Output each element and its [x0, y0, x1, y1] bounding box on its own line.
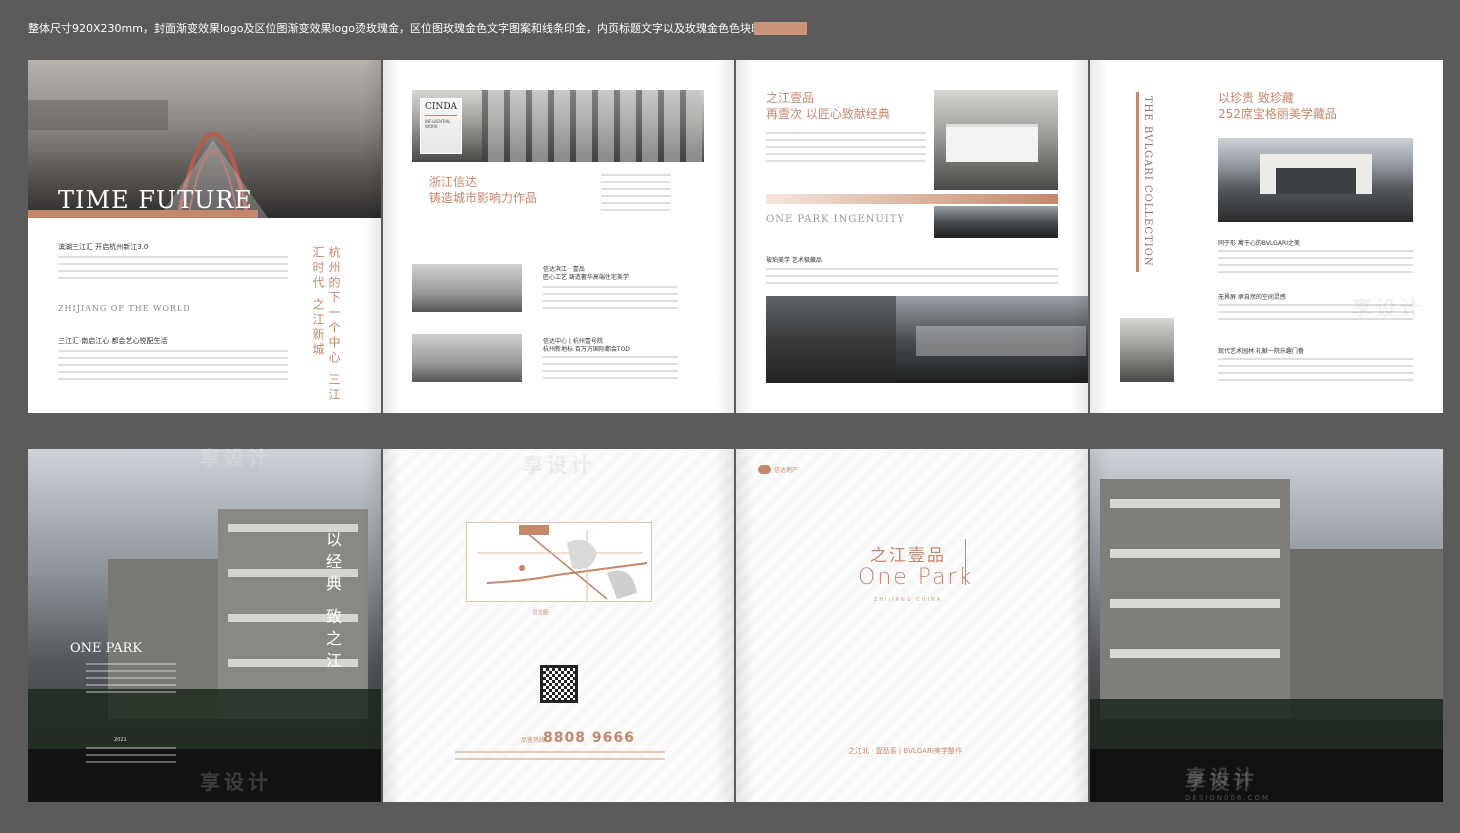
bvlgari-collection-vertical: THE BVLGARI COLLECTION: [1142, 96, 1153, 267]
p3-body: [766, 132, 926, 167]
watermark-url: DESIGN006.COM: [1185, 794, 1271, 802]
page-time-future: TIME FUTURE 滨湖三江汇 开启杭州新江3.0 ZHIJIANG OF …: [28, 60, 381, 413]
cover-tagline: 之江北 · 壹品系 | BVLGARI美学整作: [848, 747, 962, 755]
villa-photo: [934, 90, 1058, 190]
p4-section2: 无界屏 承自然的空间灵感: [1218, 294, 1286, 301]
cinda-logo: 信达地产: [758, 465, 798, 474]
phone-prefix: 品鉴热线: [521, 737, 546, 744]
project-photo-2: [412, 334, 522, 382]
p4-section3-body: [1218, 358, 1413, 386]
cover-en-sub: ZHIJIANG CHINA: [874, 597, 943, 603]
watermark-5: 享设计: [1185, 770, 1257, 794]
watermark-p4: 享设计: [1352, 296, 1424, 320]
zhijiang-subtitle: ZHIJIANG OF THE WORLD: [58, 304, 191, 313]
p3-title2: 再壹次 以匠心致献经典: [766, 107, 890, 121]
cinda-sub2: WORK: [425, 124, 438, 129]
p5-brand: ONE PARK: [70, 641, 143, 656]
hero-title: TIME FUTURE: [58, 186, 253, 214]
p5-vertical-slogan: 以经典 致之江: [323, 531, 342, 675]
location-map: [466, 522, 652, 602]
pavilion-photo: [1218, 138, 1413, 222]
watermark-2: 享设计: [520, 448, 592, 472]
map-label: 区位图: [533, 610, 549, 616]
cinda-label-box: CINDA INFLUENTIAL WORK: [420, 98, 462, 154]
cinda-label: CINDA: [425, 102, 458, 112]
p4-section1: 同于形 寓于心的BVLGARI之美: [1218, 240, 1300, 247]
rose-gold-swatch: [754, 22, 807, 35]
ingenuity-label: ONE PARK INGENUITY: [766, 214, 906, 225]
watermark-4: 享设计: [520, 770, 592, 794]
building-photo-right: [1090, 479, 1443, 802]
p4-title1: 以珍贵 致珍藏: [1218, 91, 1294, 105]
heading-sanjiang: 滨湖三江汇 开启杭州新江3.0: [58, 243, 149, 251]
p3-title1: 之江壹品: [766, 91, 815, 105]
cover-en-title: One Park: [858, 565, 974, 590]
vertical-rule: [1136, 92, 1139, 272]
p3-caption: 玻珀美学 艺术极藏品: [766, 257, 822, 264]
cinda-title1: 浙江信达: [429, 175, 478, 189]
vertical-slogan: 杭州的下一个中心 三江汇时代 之江新城: [311, 246, 341, 403]
body-text-2: [58, 350, 288, 385]
rose-gold-band: [766, 194, 1058, 204]
page-location-map: 区位图 品鉴热线 8808 9666 享设计: [383, 449, 734, 802]
bvlgari-corner-photo: [1120, 318, 1174, 382]
p5-copy-2: [86, 747, 176, 768]
p5-copy: [86, 663, 176, 698]
hotline-number: 8808 9666: [543, 730, 635, 746]
qr-code: [540, 665, 578, 703]
watermark-1: 享设计: [200, 446, 272, 470]
cover-cn-title: 之江壹品: [870, 546, 946, 566]
block2-title2: 杭州新地标 百万方国际都会TOD: [543, 346, 630, 353]
cinda-title2: 铸造城市影响力作品: [429, 191, 538, 205]
page-bvlgari: THE BVLGARI COLLECTION 以珍贵 致珍藏 252席宝格丽美学…: [1090, 60, 1443, 413]
cinda-side-text: [601, 174, 671, 216]
watermark-3: 享设计: [200, 770, 272, 794]
page-building-photo: 享设计: [1090, 449, 1443, 802]
block1-title2: 匠心工艺 铸造奢华高端住宅美学: [543, 274, 629, 281]
page-front-cover: 信达地产 之江壹品 One Park ZHIJIANG CHINA 之江北 · …: [736, 449, 1088, 802]
spec-note: 整体尺寸920X230mm，封面渐变效果logo及区位图渐变效果logo烫玫瑰金…: [28, 22, 795, 35]
p5-year: 2021: [114, 737, 127, 743]
page-one-park-photo: 以经典 致之江 ONE PARK 2021: [28, 449, 381, 802]
project-photo-1: [412, 264, 522, 312]
logo-text: 信达地产: [774, 467, 799, 474]
block1-body: [543, 286, 678, 314]
page-one-park-ingenuity: 之江壹品 再壹次 以匠心致献经典 ONE PARK INGENUITY 玻珀美学…: [736, 60, 1088, 413]
p4-section1-body: [1218, 250, 1413, 278]
body-text: [58, 256, 288, 284]
p3-caption-body: [766, 268, 1058, 289]
disclaimer-text: [455, 751, 665, 765]
p4-section3: 现代艺术园林 礼献一院乐趣门眷: [1218, 348, 1304, 355]
heading-nanqi: 三江汇·南启江心 都会艺心悦配生活: [58, 337, 168, 345]
logo-mark-icon: [758, 465, 771, 474]
block2-body: [543, 356, 678, 384]
waterside-photo: [934, 206, 1058, 238]
page-cinda: CINDA INFLUENTIAL WORK 浙江信达 铸造城市影响力作品 信达…: [383, 60, 734, 413]
courtyard-photo: [766, 296, 1088, 383]
p4-title2: 252席宝格丽美学藏品: [1218, 107, 1337, 121]
cinda-building-photo: CINDA INFLUENTIAL WORK: [412, 90, 704, 162]
